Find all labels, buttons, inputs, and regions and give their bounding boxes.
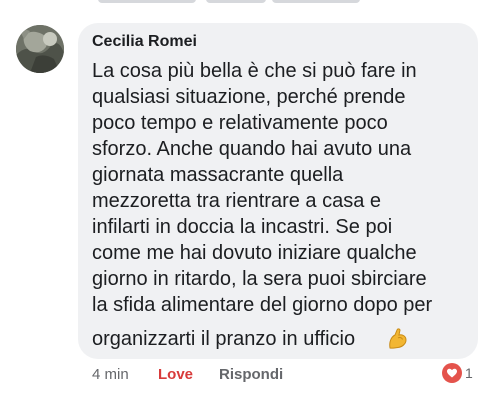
heart-icon	[442, 363, 462, 383]
comment-text-line: qualsiasi situazione, perché prende	[92, 86, 406, 108]
reply-link[interactable]: Rispondi	[219, 366, 283, 383]
comment-text-line: poco tempo e relativamente poco	[92, 112, 388, 134]
comment-text-line: come me hai dovuto iniziare qualche	[92, 242, 417, 264]
reaction-count: 1	[465, 365, 473, 381]
flexed-biceps-icon	[386, 326, 410, 350]
comment-text-line: la sfida alimentare del giorno dopo per	[92, 294, 433, 316]
comment-text-line: organizzarti il pranzo in ufficio	[92, 328, 356, 350]
reaction-summary[interactable]: 1	[442, 362, 473, 384]
comment-text-line: La cosa più bella è che si può fare in	[92, 60, 417, 82]
love-reaction-link[interactable]: Love	[158, 366, 193, 383]
comment-author[interactable]: Cecilia Romei	[92, 33, 197, 51]
comment-text-line: infilarti in doccia la incastri. Se poi	[92, 216, 393, 238]
comment-text-line: giornata massacrante quella	[92, 164, 344, 186]
comment-text-line: sforzo. Anche quando hai avuto una	[92, 138, 412, 160]
avatar[interactable]	[16, 25, 64, 73]
comment-text-line: giorno in ritardo, la sera puoi sbirciar…	[92, 268, 427, 290]
previous-comment-cutoff	[0, 0, 492, 6]
comment-timestamp[interactable]: 4 min	[92, 366, 129, 383]
comment-text-line: mezzoretta tra rientrare a casa e	[92, 190, 382, 212]
